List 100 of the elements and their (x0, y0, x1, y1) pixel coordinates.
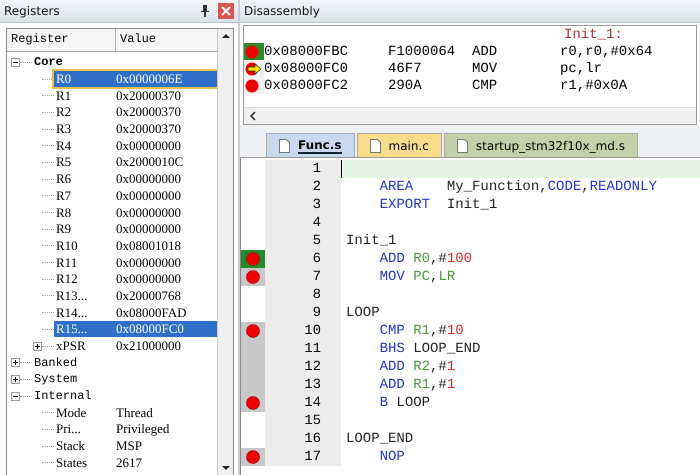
register-value: MSP (116, 438, 142, 454)
register-value: Privileged (116, 421, 170, 438)
opcode: 290A (388, 78, 423, 94)
line-number: 17 (265, 448, 341, 466)
panel-title: Disassembly (244, 4, 321, 18)
mnemonic: ADD (472, 44, 498, 60)
register-value: 0x00000000 (116, 188, 181, 204)
opcode: F1000064 (388, 44, 456, 60)
register-value: 0x20000370 (116, 88, 181, 104)
scroll-left-icon[interactable] (248, 111, 258, 121)
line-number: 13 (265, 376, 341, 394)
register-name[interactable]: R6 (54, 171, 116, 188)
line-number: 3 (265, 196, 341, 214)
document-icon (456, 138, 468, 152)
code-line: B LOOP (378, 395, 430, 411)
register-name[interactable]: R10 (54, 238, 116, 254)
register-value: 0x2000010C (116, 154, 184, 170)
register-name[interactable]: Banked (32, 356, 78, 370)
register-name[interactable]: Pri... (54, 421, 116, 438)
line-number: 5 (265, 232, 341, 250)
register-name[interactable]: R5 (54, 154, 116, 170)
register-name[interactable]: System (32, 372, 78, 386)
scroll-up-icon[interactable] (220, 33, 230, 39)
collapse-icon[interactable] (11, 58, 20, 67)
line-number: 1 (265, 160, 341, 178)
register-name[interactable]: R0 (54, 71, 116, 88)
operands: r1,#0x0A (560, 78, 628, 94)
scroll-down-icon[interactable] (220, 465, 230, 471)
expand-icon[interactable] (11, 374, 20, 384)
code-line: LOOP_END (346, 431, 414, 447)
operands: r0,r0,#0x64 (560, 44, 652, 60)
register-name[interactable]: R11 (54, 254, 116, 271)
register-value: 0x0000006E (116, 71, 182, 88)
register-name[interactable]: R12 (54, 271, 116, 288)
register-name[interactable]: R3 (54, 121, 116, 138)
line-number: 4 (265, 214, 341, 232)
code-line: CMP R1,#10 (378, 323, 464, 339)
register-value: 0x08001018 (116, 238, 181, 254)
register-value: 0x08000FC0 (116, 321, 184, 338)
register-value: Thread (116, 404, 153, 421)
register-name[interactable]: R2 (54, 104, 116, 120)
line-number: 15 (265, 412, 341, 430)
line-number: 6 (265, 250, 341, 268)
code-label: Init_1: (564, 26, 623, 42)
close-icon[interactable] (218, 3, 234, 19)
panel-title: Registers (4, 4, 61, 18)
register-name[interactable]: R13... (54, 288, 116, 304)
document-icon (279, 138, 290, 152)
register-name[interactable]: xPSR (54, 338, 116, 354)
expand-icon[interactable] (11, 358, 20, 368)
register-name[interactable]: Stack (54, 438, 116, 454)
register-name[interactable]: Core (32, 55, 63, 70)
code-line: BHS LOOP_END (378, 341, 480, 357)
address: 0x08000FC0 (264, 60, 350, 76)
mnemonic: MOV (472, 60, 498, 76)
register-name[interactable]: R9 (54, 221, 116, 238)
line-number: 9 (265, 304, 341, 322)
register-name[interactable]: States (54, 454, 116, 471)
line-number: 14 (265, 394, 341, 412)
expand-icon[interactable] (33, 342, 42, 351)
column-header[interactable]: Register (7, 29, 116, 51)
pin-icon[interactable] (200, 5, 210, 17)
register-name[interactable]: Mode (54, 404, 116, 421)
file-tab[interactable]: main.c (356, 133, 442, 157)
line-number: 12 (265, 358, 341, 376)
register-name[interactable]: R15... (54, 321, 116, 338)
code-line: MOV PC,LR (378, 269, 456, 285)
line-number: 7 (265, 268, 341, 286)
mnemonic: CMP (472, 78, 498, 94)
register-name[interactable]: R8 (54, 204, 116, 221)
register-name[interactable]: R4 (54, 138, 116, 154)
code-line: LOOP (346, 305, 380, 321)
column-header[interactable]: Value (116, 29, 217, 51)
code-line: ADD R1,#1 (378, 377, 456, 393)
code-line: ADD R2,#1 (378, 359, 456, 375)
file-tab[interactable]: Func.s (266, 133, 354, 157)
register-value: 0x20000370 (116, 104, 181, 120)
register-value: 0x21000000 (116, 338, 181, 354)
code-line: AREA My_Function,CODE,READONLY (378, 179, 657, 195)
code-line: Init_1 (346, 233, 396, 249)
address: 0x08000FBC (264, 44, 350, 60)
file-tab[interactable]: startup_stm32f10x_md.s (444, 133, 638, 157)
register-name[interactable]: Internal (32, 389, 92, 404)
code-line: EXPORT Init_1 (378, 197, 498, 213)
scrollbar[interactable] (217, 29, 233, 475)
register-value: 0x00000000 (116, 204, 181, 221)
register-value: 0x20000768 (116, 288, 181, 304)
register-name[interactable]: R1 (54, 88, 116, 104)
opcode: 46F7 (388, 60, 423, 76)
line-number: 16 (265, 430, 341, 448)
register-name[interactable]: R14... (54, 304, 116, 321)
register-value: 0x00000000 (116, 271, 181, 288)
register-value: 0x00000000 (116, 171, 181, 188)
register-name[interactable]: R7 (54, 188, 116, 204)
register-value: 0x20000370 (116, 121, 181, 138)
scrollbar[interactable] (244, 107, 696, 124)
register-value: 0x00000000 (116, 221, 181, 238)
register-value: 2617 (116, 454, 142, 471)
collapse-icon[interactable] (11, 392, 20, 401)
register-value: 0x00000000 (116, 138, 181, 154)
